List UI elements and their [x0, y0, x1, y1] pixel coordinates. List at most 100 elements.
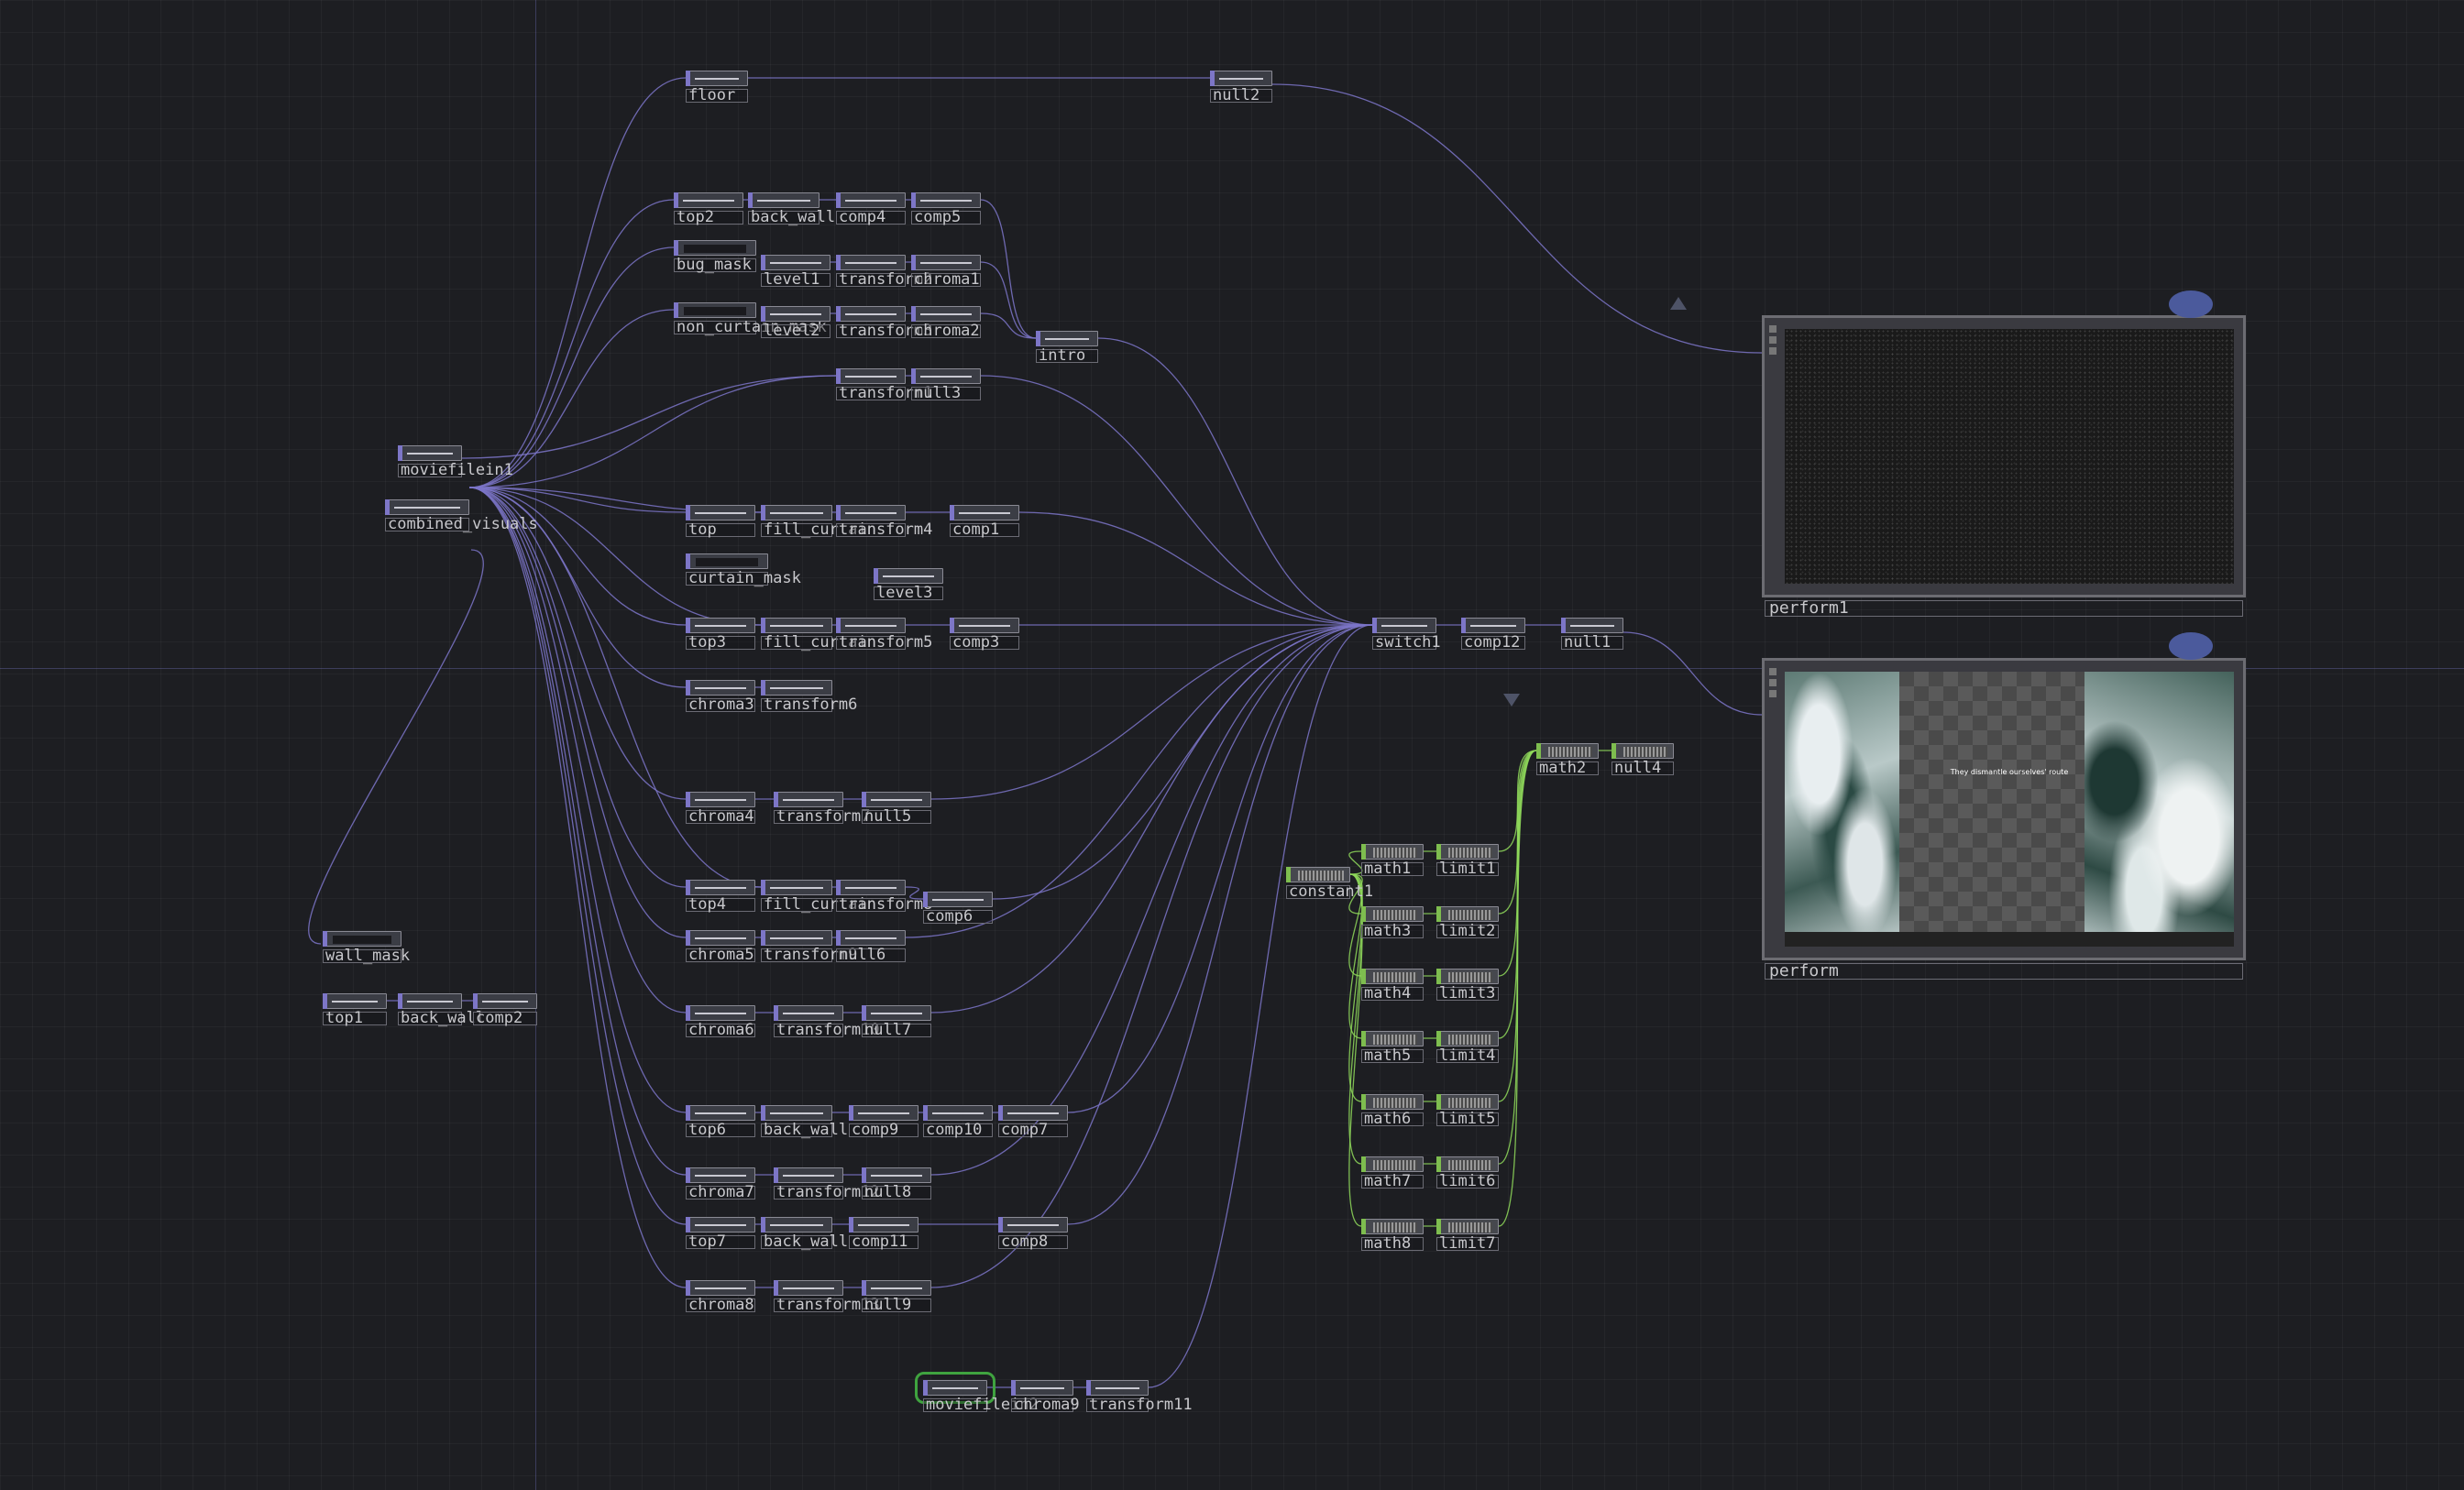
node-tile[interactable]	[1361, 1031, 1424, 1046]
node-flag-icon[interactable]	[1361, 906, 1366, 922]
node-label[interactable]: math6	[1361, 1112, 1424, 1127]
node-tile[interactable]	[911, 255, 981, 270]
node-top4[interactable]: top4	[686, 880, 755, 913]
node-tile[interactable]	[774, 1005, 843, 1021]
node-label[interactable]: comp2	[473, 1011, 537, 1026]
node-label[interactable]: back_wall	[761, 1123, 848, 1138]
node-label[interactable]: comp6	[923, 909, 993, 925]
viewer-sidebar[interactable]	[1767, 322, 1778, 377]
node-flag-icon[interactable]	[674, 240, 678, 256]
node-tile[interactable]	[911, 368, 981, 384]
node-comp2[interactable]: comp2	[473, 993, 537, 1026]
node-tile[interactable]	[1436, 1219, 1499, 1234]
node-label[interactable]: math5	[1361, 1048, 1424, 1064]
node-label[interactable]: level1	[761, 272, 830, 288]
comment-bubble-icon[interactable]	[2169, 632, 2213, 660]
node-label[interactable]: chroma5	[686, 948, 755, 963]
node-flag-icon[interactable]	[836, 880, 841, 895]
node-flag-icon[interactable]	[950, 618, 954, 633]
node-chroma1[interactable]: chroma1	[911, 255, 981, 288]
node-level1[interactable]: level1	[761, 255, 830, 288]
node-math3[interactable]: math3	[1361, 906, 1424, 939]
node-tile[interactable]	[1436, 1094, 1499, 1110]
node-tile[interactable]	[1286, 867, 1350, 882]
node-combined-visuals[interactable]: combined_visuals	[385, 499, 538, 532]
node-tile[interactable]	[1210, 71, 1272, 86]
node-label[interactable]: top1	[323, 1011, 387, 1026]
node-label[interactable]: transform4	[836, 522, 932, 538]
node-tile[interactable]	[836, 255, 906, 270]
node-tile[interactable]	[1361, 1219, 1424, 1234]
node-constant1[interactable]: constant1	[1286, 867, 1373, 900]
node-math7[interactable]: math7	[1361, 1156, 1424, 1189]
node-transform11[interactable]: transform11	[1086, 1380, 1193, 1413]
node-math8[interactable]: math8	[1361, 1219, 1424, 1252]
node-switch1[interactable]: switch1	[1372, 618, 1441, 651]
node-label[interactable]: math8	[1361, 1236, 1424, 1252]
node-flag-icon[interactable]	[774, 1167, 778, 1183]
node-flag-icon[interactable]	[874, 568, 878, 584]
node-label[interactable]: null7	[862, 1023, 931, 1038]
node-chroma7[interactable]: chroma7	[686, 1167, 755, 1200]
node-null1[interactable]: null1	[1561, 618, 1623, 651]
node-flag-icon[interactable]	[836, 930, 841, 946]
node-flag-icon[interactable]	[1286, 867, 1291, 882]
node-tile[interactable]	[836, 306, 906, 322]
node-limit1[interactable]: limit1	[1436, 844, 1499, 877]
node-null4[interactable]: null4	[1612, 743, 1674, 776]
node-transform10[interactable]: transform10	[774, 1005, 880, 1038]
node-tile[interactable]	[836, 930, 906, 946]
node-tile[interactable]	[686, 880, 755, 895]
node-flag-icon[interactable]	[1436, 844, 1441, 860]
node-label[interactable]: chroma9	[1011, 1397, 1080, 1413]
node-comp5[interactable]: comp5	[911, 192, 981, 225]
node-comp1[interactable]: comp1	[950, 505, 1019, 538]
node-label[interactable]: comp7	[998, 1123, 1068, 1138]
viewer-sidebar[interactable]	[1767, 664, 1778, 719]
node-chroma5[interactable]: chroma5	[686, 930, 755, 963]
node-tile[interactable]	[1361, 969, 1424, 984]
node-transform1[interactable]: transform1	[836, 368, 932, 401]
node-tile[interactable]	[911, 192, 981, 208]
node-flag-icon[interactable]	[998, 1105, 1003, 1121]
node-tile[interactable]	[686, 71, 748, 86]
node-non-curtain-mask[interactable]: non_curtain_mask	[674, 302, 827, 335]
node-label[interactable]: switch1	[1372, 635, 1441, 651]
node-limit6[interactable]: limit6	[1436, 1156, 1499, 1189]
node-flag-icon[interactable]	[686, 1167, 690, 1183]
node-label[interactable]: transform1	[836, 386, 932, 401]
node-flag-icon[interactable]	[836, 192, 841, 208]
node-flag-icon[interactable]	[1361, 969, 1366, 984]
node-transform5[interactable]: transform5	[836, 618, 932, 651]
node-flag-icon[interactable]	[1436, 969, 1441, 984]
network-editor[interactable]: perform1 They dismantle ourselves' route…	[0, 0, 2464, 1490]
node-label[interactable]: limit3	[1436, 986, 1499, 1002]
node-tile[interactable]	[849, 1105, 918, 1121]
node-label[interactable]: top7	[686, 1234, 755, 1250]
node-null5[interactable]: null5	[862, 792, 931, 825]
node-tile[interactable]	[774, 1167, 843, 1183]
node-label[interactable]: back_wall	[748, 210, 835, 225]
node-label[interactable]: comp1	[950, 522, 1019, 538]
node-flag-icon[interactable]	[1011, 1380, 1016, 1396]
node-flag-icon[interactable]	[686, 553, 690, 569]
node-chroma4[interactable]: chroma4	[686, 792, 755, 825]
node-tile[interactable]	[1361, 906, 1424, 922]
node-flag-icon[interactable]	[674, 192, 678, 208]
node-null8[interactable]: null8	[862, 1167, 931, 1200]
node-tile[interactable]	[1436, 1031, 1499, 1046]
node-null7[interactable]: null7	[862, 1005, 931, 1038]
node-flag-icon[interactable]	[686, 1280, 690, 1296]
node-flag-icon[interactable]	[911, 192, 916, 208]
node-tile[interactable]	[950, 618, 1019, 633]
node-transform7[interactable]: transform7	[774, 792, 870, 825]
node-transform3[interactable]: transform3	[836, 306, 932, 339]
node-flag-icon[interactable]	[862, 1005, 866, 1021]
node-label[interactable]: null8	[862, 1185, 931, 1200]
node-label[interactable]: fill_curtain	[761, 635, 876, 651]
node-level3[interactable]: level3	[874, 568, 943, 601]
node-curtain-mask[interactable]: curtain_mask	[686, 553, 801, 586]
node-limit4[interactable]: limit4	[1436, 1031, 1499, 1064]
node-flag-icon[interactable]	[686, 680, 690, 696]
perform-viewer[interactable]: They dismantle ourselves' route perform	[1762, 658, 2246, 980]
